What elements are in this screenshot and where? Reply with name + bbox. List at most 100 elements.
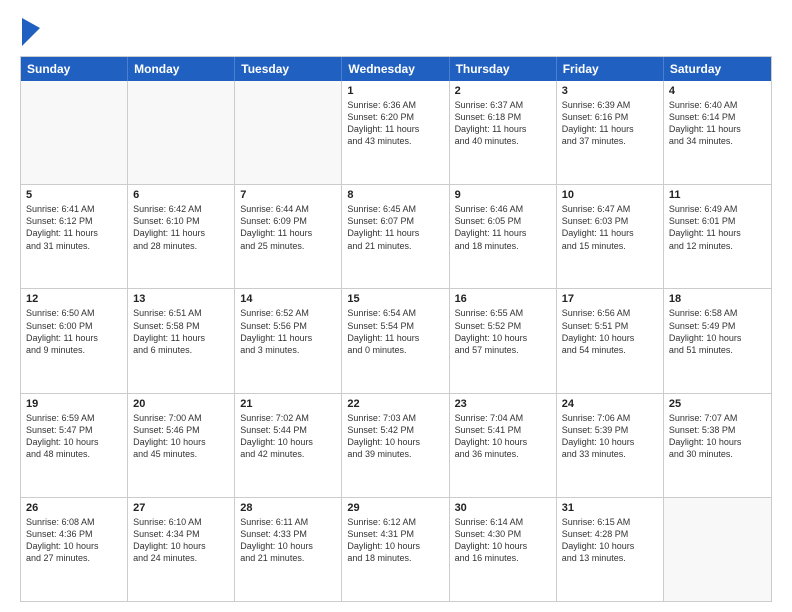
- day-info: Sunrise: 6:39 AM Sunset: 6:16 PM Dayligh…: [562, 99, 658, 148]
- day-number: 28: [240, 502, 336, 514]
- calendar-cell: 10 Sunrise: 6:47 AM Sunset: 6:03 PM Dayli…: [557, 185, 664, 288]
- day-number: 3: [562, 85, 658, 97]
- calendar-cell: 4 Sunrise: 6:40 AM Sunset: 6:14 PM Daylig…: [664, 81, 771, 184]
- calendar-cell: [664, 498, 771, 601]
- day-number: 16: [455, 293, 551, 305]
- day-info: Sunrise: 7:03 AM Sunset: 5:42 PM Dayligh…: [347, 412, 443, 461]
- calendar-row: 1Sunrise: 6:36 AM Sunset: 6:20 PM Daylig…: [21, 81, 771, 185]
- weekday-header: Sunday: [21, 57, 128, 81]
- calendar-row: 19 Sunrise: 6:59 AM Sunset: 5:47 PM Dayli…: [21, 394, 771, 498]
- day-number: 5: [26, 189, 122, 201]
- day-number: 20: [133, 398, 229, 410]
- weekday-header: Saturday: [664, 57, 771, 81]
- calendar-cell: 13 Sunrise: 6:51 AM Sunset: 5:58 PM Dayli…: [128, 289, 235, 392]
- day-number: 19: [26, 398, 122, 410]
- day-info: Sunrise: 6:14 AM Sunset: 4:30 PM Dayligh…: [455, 516, 551, 565]
- calendar-cell: 29 Sunrise: 6:12 AM Sunset: 4:31 PM Dayli…: [342, 498, 449, 601]
- day-info: Sunrise: 7:02 AM Sunset: 5:44 PM Dayligh…: [240, 412, 336, 461]
- day-info: Sunrise: 6:42 AM Sunset: 6:10 PM Dayligh…: [133, 203, 229, 252]
- day-number: 26: [26, 502, 122, 514]
- calendar-cell: 21 Sunrise: 7:02 AM Sunset: 5:44 PM Dayli…: [235, 394, 342, 497]
- day-number: 29: [347, 502, 443, 514]
- day-number: 21: [240, 398, 336, 410]
- calendar-row: 12Sunrise: 6:50 AM Sunset: 6:00 PM Dayli…: [21, 289, 771, 393]
- day-info: Sunrise: 6:45 AM Sunset: 6:07 PM Dayligh…: [347, 203, 443, 252]
- calendar-cell: 22 Sunrise: 7:03 AM Sunset: 5:42 PM Dayli…: [342, 394, 449, 497]
- day-info: Sunrise: 6:41 AM Sunset: 6:12 PM Dayligh…: [26, 203, 122, 252]
- calendar-cell: [21, 81, 128, 184]
- day-number: 24: [562, 398, 658, 410]
- day-info: Sunrise: 6:58 AM Sunset: 5:49 PM Dayligh…: [669, 307, 766, 356]
- calendar-cell: 24 Sunrise: 7:06 AM Sunset: 5:39 PM Dayli…: [557, 394, 664, 497]
- day-number: 8: [347, 189, 443, 201]
- day-number: 22: [347, 398, 443, 410]
- day-info: Sunrise: 6:10 AM Sunset: 4:34 PM Dayligh…: [133, 516, 229, 565]
- header: [20, 18, 772, 46]
- day-number: 17: [562, 293, 658, 305]
- calendar-cell: 30 Sunrise: 6:14 AM Sunset: 4:30 PM Dayli…: [450, 498, 557, 601]
- day-info: Sunrise: 7:07 AM Sunset: 5:38 PM Dayligh…: [669, 412, 766, 461]
- day-number: 4: [669, 85, 766, 97]
- day-info: Sunrise: 7:04 AM Sunset: 5:41 PM Dayligh…: [455, 412, 551, 461]
- day-number: 31: [562, 502, 658, 514]
- calendar-cell: 19 Sunrise: 6:59 AM Sunset: 5:47 PM Dayli…: [21, 394, 128, 497]
- day-number: 11: [669, 189, 766, 201]
- calendar-page: SundayMondayTuesdayWednesdayThursdayFrid…: [0, 0, 792, 612]
- calendar-cell: 12Sunrise: 6:50 AM Sunset: 6:00 PM Dayli…: [21, 289, 128, 392]
- day-info: Sunrise: 6:11 AM Sunset: 4:33 PM Dayligh…: [240, 516, 336, 565]
- calendar-row: 26 Sunrise: 6:08 AM Sunset: 4:36 PM Dayli…: [21, 498, 771, 601]
- day-info: Sunrise: 6:08 AM Sunset: 4:36 PM Dayligh…: [26, 516, 122, 565]
- calendar-body: 1Sunrise: 6:36 AM Sunset: 6:20 PM Daylig…: [21, 81, 771, 601]
- calendar-cell: 25 Sunrise: 7:07 AM Sunset: 5:38 PM Dayli…: [664, 394, 771, 497]
- day-number: 13: [133, 293, 229, 305]
- day-info: Sunrise: 6:55 AM Sunset: 5:52 PM Dayligh…: [455, 307, 551, 356]
- day-number: 15: [347, 293, 443, 305]
- day-info: Sunrise: 6:52 AM Sunset: 5:56 PM Dayligh…: [240, 307, 336, 356]
- day-number: 10: [562, 189, 658, 201]
- day-info: Sunrise: 6:56 AM Sunset: 5:51 PM Dayligh…: [562, 307, 658, 356]
- day-info: Sunrise: 7:06 AM Sunset: 5:39 PM Dayligh…: [562, 412, 658, 461]
- calendar-cell: 27Sunrise: 6:10 AM Sunset: 4:34 PM Dayli…: [128, 498, 235, 601]
- day-info: Sunrise: 6:47 AM Sunset: 6:03 PM Dayligh…: [562, 203, 658, 252]
- day-number: 30: [455, 502, 551, 514]
- day-info: Sunrise: 6:40 AM Sunset: 6:14 PM Dayligh…: [669, 99, 766, 148]
- day-number: 14: [240, 293, 336, 305]
- day-info: Sunrise: 6:59 AM Sunset: 5:47 PM Dayligh…: [26, 412, 122, 461]
- calendar-cell: 18 Sunrise: 6:58 AM Sunset: 5:49 PM Dayli…: [664, 289, 771, 392]
- day-info: Sunrise: 6:15 AM Sunset: 4:28 PM Dayligh…: [562, 516, 658, 565]
- calendar-cell: 1Sunrise: 6:36 AM Sunset: 6:20 PM Daylig…: [342, 81, 449, 184]
- calendar-cell: 23 Sunrise: 7:04 AM Sunset: 5:41 PM Dayli…: [450, 394, 557, 497]
- day-number: 12: [26, 293, 122, 305]
- calendar-cell: 31 Sunrise: 6:15 AM Sunset: 4:28 PM Dayli…: [557, 498, 664, 601]
- calendar-cell: [235, 81, 342, 184]
- weekday-header: Wednesday: [342, 57, 449, 81]
- calendar-cell: 28 Sunrise: 6:11 AM Sunset: 4:33 PM Dayli…: [235, 498, 342, 601]
- weekday-header: Thursday: [450, 57, 557, 81]
- day-info: Sunrise: 6:49 AM Sunset: 6:01 PM Dayligh…: [669, 203, 766, 252]
- calendar-cell: 2 Sunrise: 6:37 AM Sunset: 6:18 PM Daylig…: [450, 81, 557, 184]
- calendar-cell: 9Sunrise: 6:46 AM Sunset: 6:05 PM Daylig…: [450, 185, 557, 288]
- day-number: 7: [240, 189, 336, 201]
- day-number: 25: [669, 398, 766, 410]
- calendar-cell: 5 Sunrise: 6:41 AM Sunset: 6:12 PM Daylig…: [21, 185, 128, 288]
- calendar-row: 5 Sunrise: 6:41 AM Sunset: 6:12 PM Daylig…: [21, 185, 771, 289]
- calendar-cell: 6Sunrise: 6:42 AM Sunset: 6:10 PM Daylig…: [128, 185, 235, 288]
- calendar-cell: 15Sunrise: 6:54 AM Sunset: 5:54 PM Dayli…: [342, 289, 449, 392]
- day-number: 2: [455, 85, 551, 97]
- calendar-cell: 7Sunrise: 6:44 AM Sunset: 6:09 PM Daylig…: [235, 185, 342, 288]
- calendar-header: SundayMondayTuesdayWednesdayThursdayFrid…: [21, 57, 771, 81]
- day-info: Sunrise: 6:37 AM Sunset: 6:18 PM Dayligh…: [455, 99, 551, 148]
- day-info: Sunrise: 6:51 AM Sunset: 5:58 PM Dayligh…: [133, 307, 229, 356]
- calendar-cell: 11 Sunrise: 6:49 AM Sunset: 6:01 PM Dayli…: [664, 185, 771, 288]
- day-info: Sunrise: 6:12 AM Sunset: 4:31 PM Dayligh…: [347, 516, 443, 565]
- day-info: Sunrise: 6:46 AM Sunset: 6:05 PM Dayligh…: [455, 203, 551, 252]
- day-number: 18: [669, 293, 766, 305]
- day-number: 23: [455, 398, 551, 410]
- calendar-cell: 14 Sunrise: 6:52 AM Sunset: 5:56 PM Dayli…: [235, 289, 342, 392]
- calendar: SundayMondayTuesdayWednesdayThursdayFrid…: [20, 56, 772, 602]
- weekday-header: Tuesday: [235, 57, 342, 81]
- calendar-cell: [128, 81, 235, 184]
- calendar-cell: 8 Sunrise: 6:45 AM Sunset: 6:07 PM Daylig…: [342, 185, 449, 288]
- weekday-header: Monday: [128, 57, 235, 81]
- calendar-cell: 20Sunrise: 7:00 AM Sunset: 5:46 PM Dayli…: [128, 394, 235, 497]
